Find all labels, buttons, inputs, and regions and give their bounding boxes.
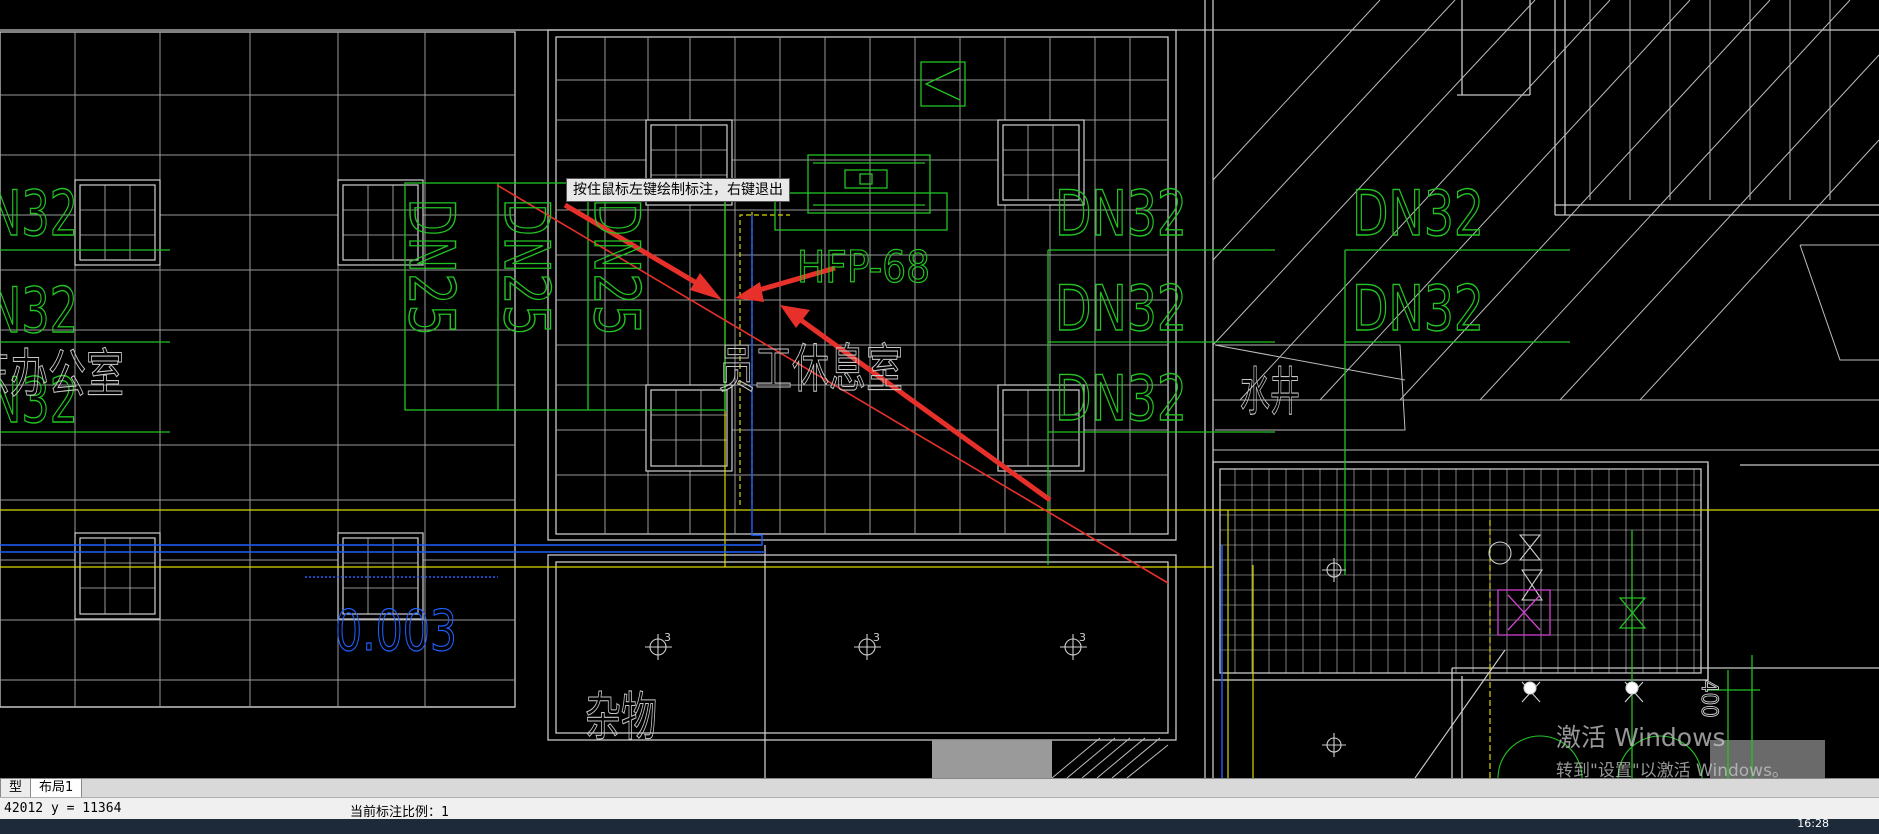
symbols	[645, 534, 1703, 778]
room-label-staff-lounge: 员工休息室	[718, 340, 903, 400]
watermark-subtitle: 转到"设置"以激活 Windows。	[1556, 761, 1789, 778]
layout-tabs: 型 布局1	[0, 778, 1879, 798]
pipe-label-right-1: DN32	[1352, 177, 1484, 250]
hvac-pipes	[0, 61, 1760, 778]
room-label-water-well: 水井	[1240, 363, 1300, 423]
cad-drawing-canvas[interactable]: N32 N32 N32 DN32 DN32 DN32 DN32 DN32 DN2…	[0, 0, 1879, 778]
symbol-numbers: 3 3 3	[664, 631, 1086, 644]
grey-block	[932, 740, 1052, 778]
equipment-label: HFP-68	[797, 242, 930, 293]
arrow-head-1	[690, 273, 722, 300]
tab-model[interactable]: 型	[0, 779, 32, 798]
taskbar: 16:28	[0, 817, 1879, 834]
pipe-label-center-1: DN32	[1055, 177, 1187, 250]
watermark-title: 激活 Windows	[1556, 723, 1726, 752]
arrow-head-2	[735, 282, 764, 302]
annotation-scale: 当前标注比例：1	[350, 805, 449, 820]
pipe-label-vertical-3: DN25	[580, 198, 653, 336]
tooltip: 按住鼠标左键绘制标注，右键退出	[566, 178, 790, 202]
pipe-label-vertical-1: DN25	[395, 198, 468, 336]
side-dimension: 400	[1696, 680, 1721, 718]
pipe-label-center-2: DN32	[1055, 272, 1187, 345]
wall-lines	[0, 0, 1879, 778]
activation-watermark: 激活 Windows 转到"设置"以激活 Windows。	[1556, 718, 1789, 778]
pipe-label-vertical-2: DN25	[490, 198, 563, 336]
pipe-label-left-2: N32	[0, 274, 78, 347]
svg-text:3: 3	[664, 631, 671, 644]
room-label-storage: 杂物	[585, 688, 657, 748]
pipe-label-left-1: N32	[0, 177, 78, 250]
tab-layout1[interactable]: 布局1	[30, 779, 83, 798]
cad-drawing: N32 N32 N32 DN32 DN32 DN32 DN32 DN32 DN2…	[0, 0, 1879, 778]
pipe-label-right-2: DN32	[1352, 272, 1484, 345]
taskbar-clock: 16:28	[1797, 817, 1829, 830]
room-label-office: 东办公室	[0, 345, 124, 405]
coordinates-readout: 42012 y = 11364	[4, 801, 122, 816]
yellow-lines	[0, 200, 1879, 778]
pipe-label-center-3: DN32	[1055, 362, 1187, 435]
status-bar: 42012 y = 11364 当前标注比例：1	[0, 797, 1879, 820]
fine-grid	[1220, 469, 1701, 673]
svg-text:3: 3	[1079, 631, 1086, 644]
slope-label: 0.003	[335, 599, 457, 664]
svg-text:3: 3	[873, 631, 880, 644]
